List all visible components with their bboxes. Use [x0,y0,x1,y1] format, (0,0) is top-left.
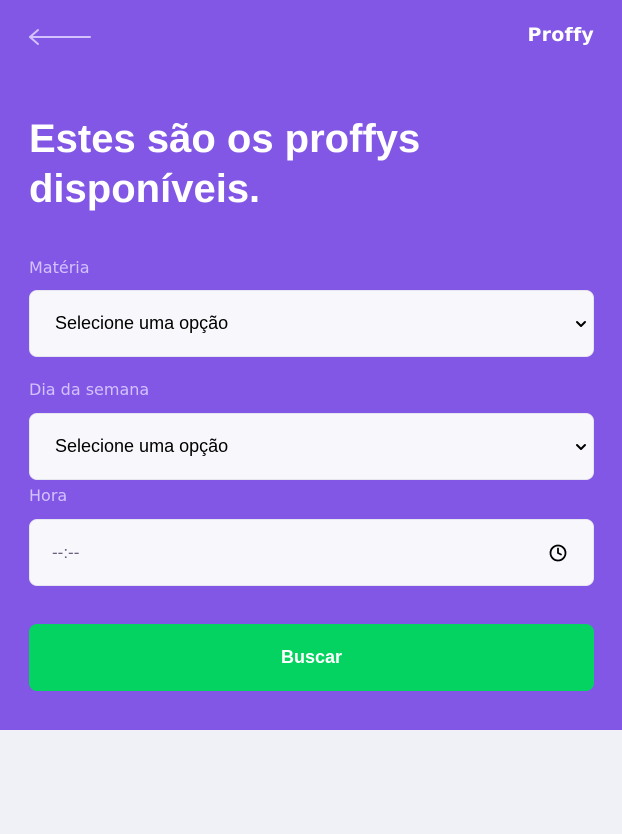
time-value: --:-- [52,542,80,562]
weekday-label: Dia da semana [29,380,150,399]
clock-icon[interactable] [549,544,567,562]
search-button[interactable]: Buscar [29,624,594,691]
weekday-selected-value: Selecione uma opção [55,436,229,456]
subject-select[interactable]: Selecione uma opção [29,290,594,357]
chevron-down-icon [576,443,586,450]
time-label: Hora [29,486,68,505]
subject-label: Matéria [29,258,90,277]
weekday-select[interactable]: Selecione uma opção [29,413,594,480]
page-header: Proffy Estes são os proffys disponíveis.… [0,0,622,730]
subject-selected-value: Selecione uma opção [55,313,229,333]
time-input[interactable]: --:-- [29,519,594,586]
back-button[interactable] [28,22,92,52]
arrow-left-icon [29,29,91,45]
page-title: Estes são os proffys disponíveis. [29,117,421,211]
chevron-down-icon [576,320,586,327]
proffy-logo: Proffy [527,24,594,46]
search-button-label: Buscar [280,647,343,667]
